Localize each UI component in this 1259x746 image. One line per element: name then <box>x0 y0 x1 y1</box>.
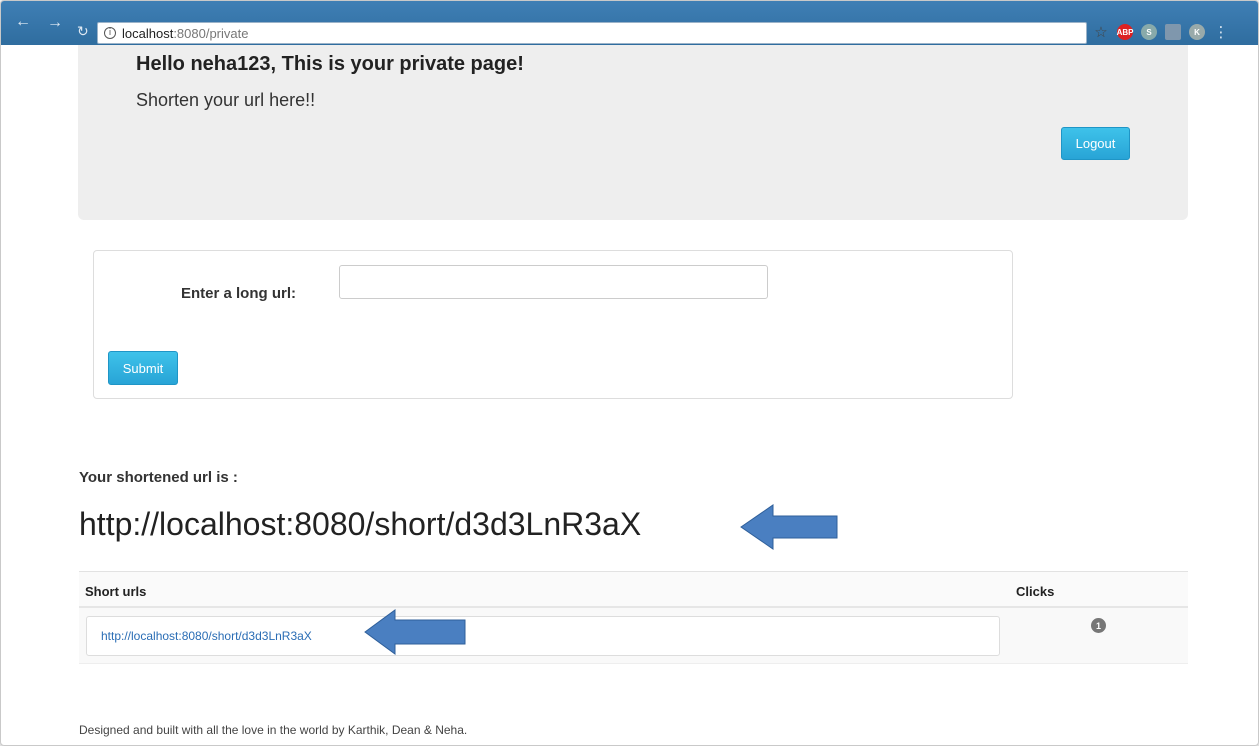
column-header-clicks: Clicks <box>1016 584 1055 599</box>
back-arrow-icon[interactable]: ← <box>15 13 31 31</box>
pointer-arrow-icon <box>364 609 466 655</box>
forward-arrow-icon[interactable]: → <box>47 14 63 32</box>
short-url-cell: http://localhost:8080/short/d3d3LnR3aX <box>86 616 1000 656</box>
header-subtitle: Shorten your url here!! <box>136 90 316 110</box>
short-urls-table: Short urls Clicks http://localhost:8080/… <box>79 571 1188 664</box>
table-row: http://localhost:8080/short/d3d3LnR3aX 1 <box>79 608 1188 664</box>
pointer-arrow-icon <box>740 504 838 550</box>
table-header: Short urls Clicks <box>79 571 1188 608</box>
short-url-link[interactable]: http://localhost:8080/short/d3d3LnR3aX <box>101 629 312 643</box>
browser-toolbar: ← → ↻ i localhost:8080/private ☆ ABP S K… <box>1 1 1258 45</box>
address-bar[interactable]: i localhost:8080/private <box>97 22 1087 44</box>
bookmark-star-icon[interactable]: ☆ <box>1093 23 1109 41</box>
url-form-panel: Enter a long url: Submit <box>93 250 1013 399</box>
greeting-heading: Hello neha123, This is your private page… <box>136 53 524 75</box>
url-host: localhost <box>122 25 174 41</box>
url-path: :8080/private <box>173 25 249 41</box>
result-label: Your shortened url is : <box>79 469 238 486</box>
footer-credits: Designed and built with all the love in … <box>79 723 468 737</box>
extension-icons: ☆ ABP S K ⋮ <box>1093 23 1229 41</box>
profile-k-icon[interactable]: K <box>1189 24 1205 40</box>
info-icon[interactable]: i <box>104 27 116 39</box>
logout-button[interactable]: Logout <box>1061 127 1130 160</box>
browser-window: ← → ↻ i localhost:8080/private ☆ ABP S K… <box>0 0 1259 746</box>
long-url-input[interactable] <box>339 265 768 299</box>
cast-icon[interactable] <box>1165 24 1181 40</box>
column-header-short-urls: Short urls <box>85 584 147 599</box>
reload-icon[interactable]: ↻ <box>77 22 89 40</box>
clicks-badge: 1 <box>1091 618 1106 633</box>
header-jumbotron: Hello neha123, This is your private page… <box>78 45 1188 220</box>
adblock-icon[interactable]: ABP <box>1117 24 1133 40</box>
shortened-url-display: http://localhost:8080/short/d3d3LnR3aX <box>79 506 642 542</box>
extension-s-icon[interactable]: S <box>1141 24 1157 40</box>
long-url-label: Enter a long url: <box>181 285 297 302</box>
submit-button[interactable]: Submit <box>108 351 178 385</box>
more-menu-icon[interactable]: ⋮ <box>1213 23 1229 41</box>
